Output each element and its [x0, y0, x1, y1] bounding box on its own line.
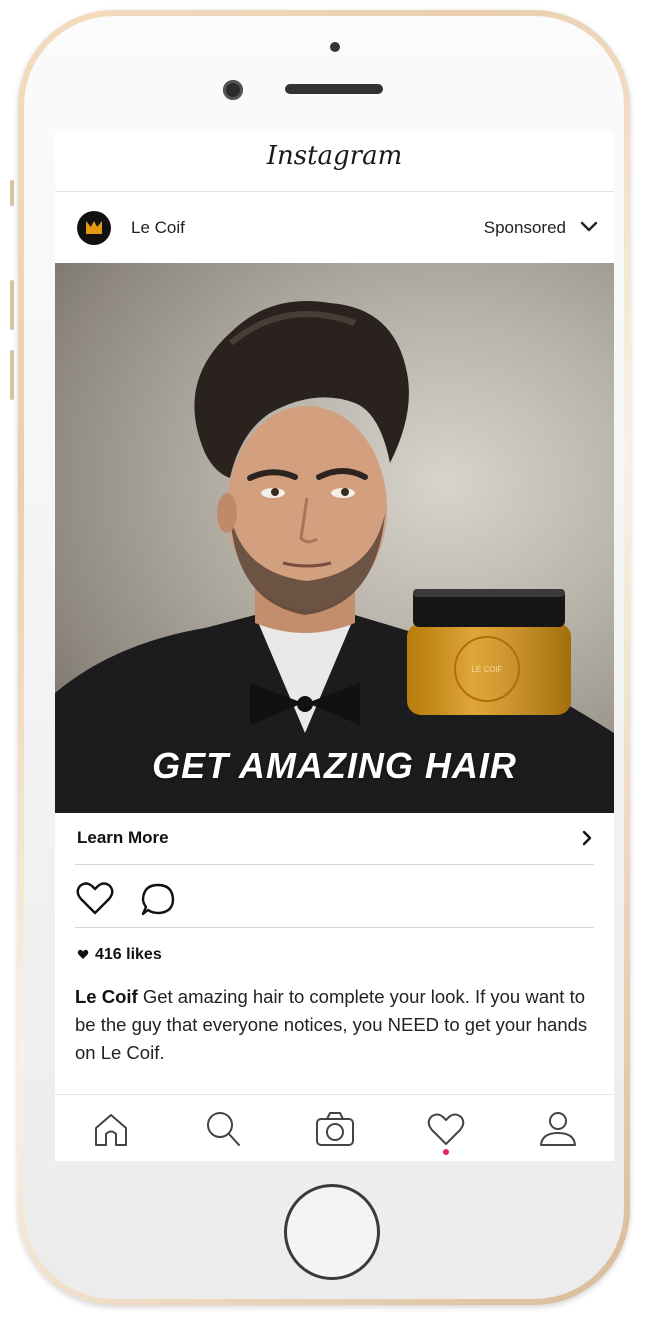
app-header: Instagram [55, 131, 614, 192]
crown-icon [86, 221, 102, 234]
notification-dot [443, 1149, 449, 1155]
post-caption: Le Coif Get amazing hair to complete you… [75, 983, 595, 1067]
comment-icon[interactable] [139, 881, 177, 919]
camera-icon[interactable] [313, 1107, 357, 1151]
learn-more-row[interactable]: Learn More [55, 813, 614, 863]
chevron-down-icon[interactable] [578, 215, 600, 237]
likes-count[interactable]: 416 likes [77, 946, 162, 964]
screen: Instagram Le Coif Sponsored LE COIF GET … [55, 131, 614, 1161]
ad-image[interactable]: LE COIF GET AMAZING HAIR [55, 263, 614, 813]
post-actions [55, 873, 614, 929]
caption-text: Get amazing hair to complete your look. … [75, 986, 588, 1063]
likes-text: 416 likes [95, 946, 162, 963]
proximity-sensor [330, 42, 340, 52]
like-heart-icon[interactable] [75, 879, 115, 919]
chevron-right-icon [582, 830, 592, 846]
divider [75, 927, 594, 928]
home-button[interactable] [284, 1184, 380, 1280]
volume-up-button [10, 280, 14, 330]
heart-icon [77, 949, 89, 959]
post-header: Le Coif Sponsored [55, 191, 614, 263]
earpiece-speaker [285, 84, 383, 94]
activity-heart-icon[interactable] [424, 1107, 468, 1151]
search-icon[interactable] [201, 1107, 245, 1151]
profile-icon[interactable] [536, 1107, 580, 1151]
learn-more-label: Learn More [77, 828, 169, 847]
instagram-logo: Instagram [266, 141, 403, 171]
post-username[interactable]: Le Coif [131, 218, 185, 238]
product-jar: LE COIF [407, 589, 571, 715]
svg-text:LE COIF: LE COIF [471, 665, 502, 674]
home-icon[interactable] [89, 1107, 133, 1151]
sponsored-label: Sponsored [483, 218, 566, 237]
mute-switch [10, 180, 14, 206]
ad-headline: GET AMAZING HAIR [152, 745, 517, 786]
front-camera [223, 80, 243, 100]
volume-down-button [10, 350, 14, 400]
avatar[interactable] [77, 211, 111, 245]
bottom-tab-bar [55, 1094, 614, 1161]
divider [75, 864, 594, 865]
caption-username[interactable]: Le Coif [75, 986, 138, 1007]
